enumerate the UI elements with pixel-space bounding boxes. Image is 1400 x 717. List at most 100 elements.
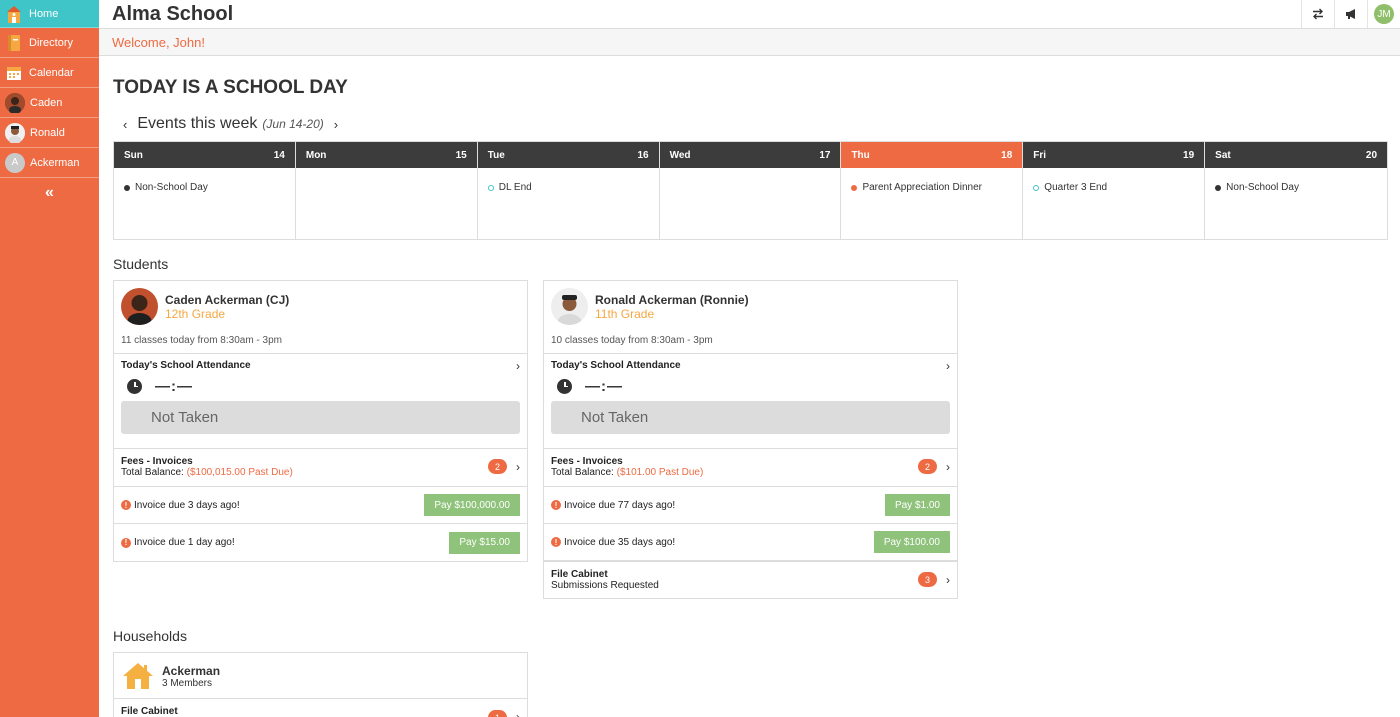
- sidebar-item-label: Calendar: [29, 66, 74, 79]
- event-label: DL End: [498, 182, 532, 193]
- day-status-heading: TODAY IS A SCHOOL DAY: [113, 77, 348, 98]
- balance-label: Total Balance:: [551, 467, 614, 478]
- calendar-event[interactable]: Parent Appreciation Dinner: [841, 168, 1022, 207]
- file-cabinet-row[interactable]: File Cabinet Submissions Requested 3 ›: [544, 561, 957, 598]
- event-dot-icon: [124, 184, 130, 191]
- calendar-event[interactable]: Non-School Day: [1205, 168, 1387, 207]
- collapse-sidebar-button[interactable]: «: [0, 178, 99, 208]
- avatar: [551, 288, 588, 325]
- day-date: 15: [455, 149, 467, 161]
- megaphone-icon: [1345, 9, 1355, 19]
- clock-icon: [127, 378, 142, 394]
- sidebar-item-calendar[interactable]: Calendar: [0, 58, 99, 88]
- attendance-time: —:—: [155, 377, 193, 395]
- invoice-text: Invoice due 3 days ago!: [134, 499, 240, 511]
- invoice-row: ! Invoice due 1 day ago! Pay $15.00: [114, 524, 527, 561]
- attendance-status: Not Taken: [121, 401, 520, 434]
- calendar-event[interactable]: DL End: [478, 168, 659, 207]
- file-cabinet-row[interactable]: File Cabinet 1 ›: [114, 699, 527, 717]
- balance-due: ($101.00 Past Due): [616, 467, 704, 478]
- alert-icon: !: [551, 537, 561, 547]
- user-menu-button[interactable]: JM: [1367, 0, 1400, 28]
- book-icon: [5, 34, 23, 52]
- day-date: 19: [1183, 149, 1195, 161]
- chevron-right-icon: ›: [946, 573, 950, 587]
- fees-invoices-row[interactable]: Fees - Invoices Total Balance: ($100,015…: [114, 449, 527, 487]
- event-dot-icon: [1215, 184, 1222, 191]
- invoice-row: ! Invoice due 3 days ago! Pay $100,000.0…: [114, 487, 527, 524]
- student-name: Caden Ackerman (CJ): [165, 293, 290, 307]
- avatar: [121, 288, 158, 325]
- calendar-event[interactable]: Non-School Day: [114, 168, 295, 207]
- attendance-section[interactable]: Today's School Attendance › —:— Not Take…: [544, 354, 957, 449]
- sidebar-item-ronald[interactable]: Ronald: [0, 118, 99, 148]
- day-name: Wed: [669, 149, 691, 161]
- event-dot-icon: [487, 184, 494, 191]
- event-label: Non-School Day: [135, 182, 208, 193]
- pay-button[interactable]: Pay $15.00: [449, 531, 520, 554]
- prev-week-button[interactable]: ‹: [119, 117, 131, 132]
- student-grade: 12th Grade: [165, 307, 226, 321]
- switch-button[interactable]: [1301, 0, 1334, 28]
- sidebar-item-directory[interactable]: Directory: [0, 28, 99, 58]
- day-date: 18: [1001, 149, 1013, 161]
- day-date: 16: [637, 149, 649, 161]
- day-column[interactable]: Sun 14 Non-School Day: [114, 142, 296, 239]
- school-icon: [5, 5, 23, 23]
- sidebar-item-caden[interactable]: Caden: [0, 88, 99, 118]
- sidebar-item-ackerman[interactable]: A Ackerman: [0, 148, 99, 178]
- day-name: Sat: [1215, 149, 1231, 161]
- pay-button[interactable]: Pay $100.00: [873, 531, 950, 553]
- chevron-right-icon: ›: [516, 710, 520, 717]
- day-date: 14: [273, 149, 285, 161]
- pay-button[interactable]: Pay $100,000.00: [424, 494, 520, 516]
- event-label: Non-School Day: [1226, 182, 1299, 193]
- households-heading: Households: [113, 628, 187, 644]
- next-week-button[interactable]: ›: [330, 117, 342, 132]
- sidebar-item-label: Home: [29, 7, 59, 20]
- fees-title: Fees - Invoices: [551, 456, 623, 467]
- sidebar-item-label: Ackerman: [30, 156, 80, 169]
- student-name: Ronald Ackerman (Ronnie): [595, 293, 749, 307]
- avatar: JM: [1374, 4, 1394, 24]
- invoice-text: Invoice due 1 day ago!: [134, 537, 235, 548]
- balance-label: Total Balance:: [121, 467, 184, 478]
- calendar-event[interactable]: Quarter 3 End: [1023, 168, 1204, 207]
- balance-due: ($100,015.00 Past Due): [186, 467, 293, 478]
- day-column[interactable]: Wed 17: [659, 142, 842, 239]
- attendance-time: —:—: [585, 377, 623, 395]
- announcements-button[interactable]: [1334, 0, 1367, 28]
- welcome-banner: Welcome, John!: [99, 29, 1400, 56]
- file-cabinet-title: File Cabinet: [551, 569, 608, 580]
- student-header[interactable]: Ronald Ackerman (Ronnie) 11th Grade 10 c…: [544, 281, 957, 354]
- day-column[interactable]: Fri 19 Quarter 3 End: [1023, 142, 1206, 239]
- invoice-text: Invoice due 77 days ago!: [564, 499, 676, 511]
- count-badge: 2: [488, 459, 507, 474]
- student-grade: 11th Grade: [595, 307, 655, 321]
- sidebar-item-home[interactable]: Home: [0, 0, 99, 28]
- fees-title: Fees - Invoices: [121, 456, 193, 467]
- chevron-right-icon: ›: [516, 359, 520, 373]
- event-label: Parent Appreciation Dinner: [862, 182, 982, 193]
- avatar: [5, 92, 25, 113]
- day-column[interactable]: Mon 15: [295, 142, 478, 239]
- page-title: Alma School: [112, 2, 234, 25]
- household-header[interactable]: Ackerman 3 Members: [114, 653, 527, 699]
- avatar: A: [5, 152, 25, 173]
- attendance-section[interactable]: Today's School Attendance › —:— Not Take…: [114, 354, 527, 449]
- sidebar-item-label: Directory: [29, 36, 74, 49]
- day-name: Sun: [124, 149, 143, 161]
- fees-invoices-row[interactable]: Fees - Invoices Total Balance: ($101.00 …: [544, 449, 957, 487]
- calendar-icon: [5, 64, 23, 82]
- alert-icon: !: [121, 500, 131, 510]
- clock-icon: [557, 378, 572, 394]
- day-column-today[interactable]: Thu 18 Parent Appreciation Dinner: [841, 142, 1024, 239]
- household-name: Ackerman: [162, 664, 221, 678]
- student-header[interactable]: Caden Ackerman (CJ) 12th Grade 11 classe…: [114, 281, 527, 354]
- day-name: Mon: [305, 149, 327, 161]
- day-column[interactable]: Sat 20 Non-School Day: [1205, 142, 1388, 239]
- file-cabinet-title: File Cabinet: [121, 706, 178, 717]
- pay-button[interactable]: Pay $1.00: [884, 494, 950, 516]
- day-column[interactable]: Tue 16 DL End: [477, 142, 660, 239]
- student-classes: 11 classes today from 8:30am - 3pm: [121, 335, 282, 346]
